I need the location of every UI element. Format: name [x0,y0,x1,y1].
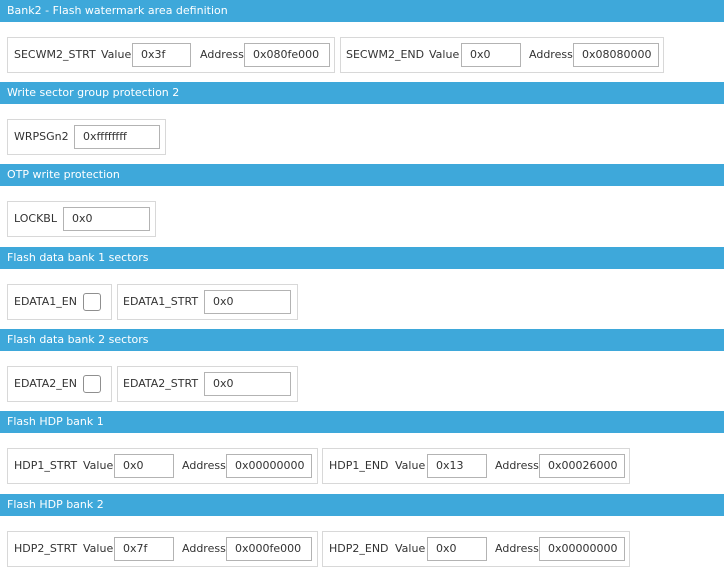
hdp1-strt-value-field[interactable]: 0x0 [114,454,174,478]
secwm2-strt-value-label: Value [101,48,132,61]
section-hdp1: Flash HDP bank 1 HDP1_STRT Value 0x0 Add… [0,411,724,493]
edata2-en-group: EDATA2_EN [7,366,112,402]
edata1-strt-label: EDATA1_STRT [123,295,199,308]
section-bank2-watermark: Bank2 - Flash watermark area definition … [0,0,724,82]
lockbl-label: LOCKBL [14,212,57,225]
hdp2-end-address-label: Address [495,542,539,555]
hdp2-end-value-field[interactable]: 0x0 [427,537,487,561]
hdp1-end-address-field[interactable]: 0x00026000 [539,454,625,478]
hdp2-strt-address-label: Address [182,542,226,555]
edata1-strt-group: EDATA1_STRT 0x0 [117,284,298,320]
hdp1-end-address-label: Address [495,459,539,472]
hdp2-end-label: HDP2_END [329,542,389,555]
hdp1-strt-value-label: Value [83,459,114,472]
wrpsgn2-label: WRPSGn2 [14,130,69,143]
section-header-wrp2: Write sector group protection 2 [0,82,724,104]
section-header-bank2-watermark: Bank2 - Flash watermark area definition [0,0,724,22]
secwm2-end-group: SECWM2_END Value 0x0 Address 0x08080000 [340,37,664,73]
secwm2-end-address-label: Address [529,48,573,61]
hdp1-strt-group: HDP1_STRT Value 0x0 Address 0x00000000 [7,448,318,484]
hdp2-strt-value-label: Value [83,542,114,555]
hdp1-end-value-field[interactable]: 0x13 [427,454,487,478]
hdp2-strt-address-field[interactable]: 0x000fe000 [226,537,312,561]
secwm2-strt-label: SECWM2_STRT [14,48,96,61]
hdp2-end-value-label: Value [395,542,426,555]
section-header-edata2: Flash data bank 2 sectors [0,329,724,351]
edata1-en-group: EDATA1_EN [7,284,112,320]
hdp1-strt-address-field[interactable]: 0x00000000 [226,454,312,478]
edata2-en-label: EDATA2_EN [14,377,77,390]
hdp2-end-address-field[interactable]: 0x00000000 [539,537,625,561]
edata2-en-checkbox[interactable] [83,375,101,393]
hdp1-strt-address-label: Address [182,459,226,472]
edata2-strt-group: EDATA2_STRT 0x0 [117,366,298,402]
hdp1-end-value-label: Value [395,459,426,472]
hdp2-strt-value-field[interactable]: 0x7f [114,537,174,561]
section-edata2: Flash data bank 2 sectors EDATA2_EN EDAT… [0,329,724,411]
section-edata1: Flash data bank 1 sectors EDATA1_EN EDAT… [0,247,724,329]
lockbl-group: LOCKBL 0x0 [7,201,156,237]
hdp1-end-label: HDP1_END [329,459,389,472]
wrpsgn2-group: WRPSGn2 0xffffffff [7,119,166,155]
edata2-strt-label: EDATA2_STRT [123,377,199,390]
secwm2-end-value-label: Value [429,48,460,61]
secwm2-strt-value-field[interactable]: 0x3f [132,43,191,67]
hdp1-strt-label: HDP1_STRT [14,459,78,472]
secwm2-end-label: SECWM2_END [346,48,425,61]
section-hdp2: Flash HDP bank 2 HDP2_STRT Value 0x7f Ad… [0,494,724,576]
hdp2-strt-group: HDP2_STRT Value 0x7f Address 0x000fe000 [7,531,318,567]
hdp2-strt-label: HDP2_STRT [14,542,78,555]
secwm2-strt-group: SECWM2_STRT Value 0x3f Address 0x080fe00… [7,37,335,73]
section-header-otp: OTP write protection [0,164,724,186]
section-otp: OTP write protection LOCKBL 0x0 [0,164,724,246]
secwm2-end-value-field[interactable]: 0x0 [461,43,521,67]
secwm2-end-address-field[interactable]: 0x08080000 [573,43,659,67]
wrpsgn2-value-field[interactable]: 0xffffffff [74,125,160,149]
edata1-en-label: EDATA1_EN [14,295,77,308]
section-header-hdp1: Flash HDP bank 1 [0,411,724,433]
secwm2-strt-address-label: Address [200,48,244,61]
section-wrp2: Write sector group protection 2 WRPSGn2 … [0,82,724,164]
hdp1-end-group: HDP1_END Value 0x13 Address 0x00026000 [322,448,630,484]
secwm2-strt-address-field[interactable]: 0x080fe000 [244,43,330,67]
edata1-strt-value-field[interactable]: 0x0 [204,290,291,314]
hdp2-end-group: HDP2_END Value 0x0 Address 0x00000000 [322,531,630,567]
section-header-hdp2: Flash HDP bank 2 [0,494,724,516]
edata1-en-checkbox[interactable] [83,293,101,311]
lockbl-value-field[interactable]: 0x0 [63,207,150,231]
edata2-strt-value-field[interactable]: 0x0 [204,372,291,396]
section-header-edata1: Flash data bank 1 sectors [0,247,724,269]
